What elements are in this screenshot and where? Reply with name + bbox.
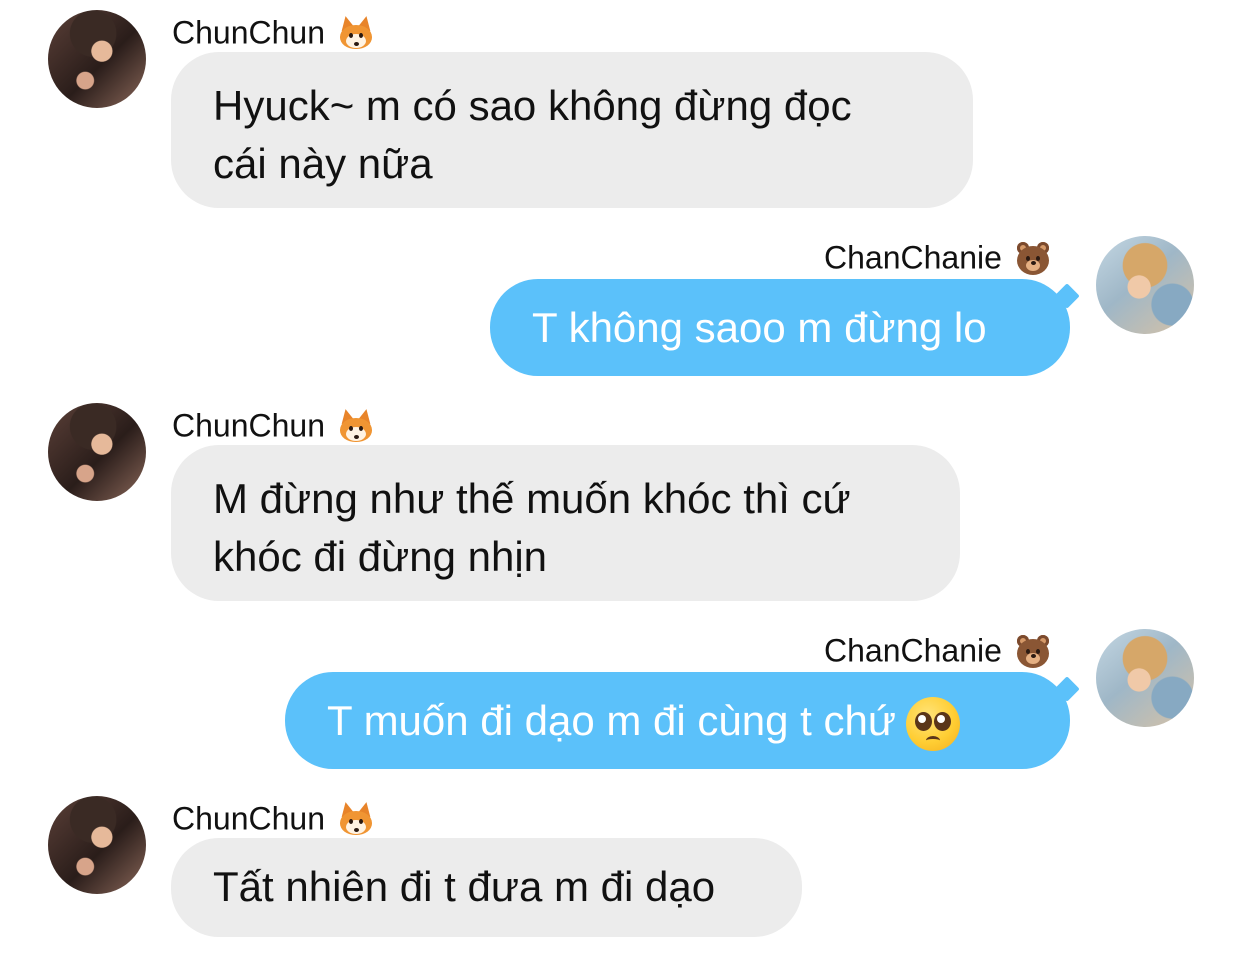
message-bubble-incoming[interactable]: Tất nhiên đi t đưa m đi dạo — [171, 838, 802, 937]
message-line: Tất nhiên đi t đưa m đi dạo — [213, 863, 716, 910]
fox-emoji-icon — [337, 800, 375, 838]
fox-emoji-icon — [337, 407, 375, 445]
bear-emoji-icon — [1014, 632, 1052, 670]
pleading-face-emoji-icon — [905, 696, 960, 751]
sender-name-chunchun: ChunChun — [172, 797, 375, 838]
message-line: cái này nữa — [213, 140, 433, 187]
bear-emoji-icon — [1014, 239, 1052, 277]
message-bubble-incoming[interactable]: M đừng như thế muốn khóc thì cứ khóc đi … — [171, 445, 960, 601]
sender-name-chunchun: ChunChun — [172, 404, 375, 445]
chanchanie-avatar[interactable] — [1096, 629, 1194, 727]
message-line: M đừng như thế muốn khóc thì cứ — [213, 475, 851, 522]
message-line: T muốn đi dạo m đi cùng t chứ — [327, 692, 1028, 751]
message-bubble-outgoing[interactable]: T không saoo m đừng lo — [490, 279, 1070, 376]
message-line: Hyuck~ m có sao không đừng đọc — [213, 82, 852, 129]
fox-emoji-icon — [337, 14, 375, 52]
chunchun-avatar[interactable] — [48, 403, 146, 501]
message-line: khóc đi đừng nhịn — [213, 533, 548, 580]
chunchun-avatar[interactable] — [48, 10, 146, 108]
sender-name-chunchun: ChunChun — [172, 11, 375, 52]
chunchun-avatar[interactable] — [48, 796, 146, 894]
sender-name-chanchanie: ChanChanie — [824, 629, 1052, 670]
message-bubble-incoming[interactable]: Hyuck~ m có sao không đừng đọc cái này n… — [171, 52, 973, 208]
message-line: T không saoo m đừng lo — [532, 304, 987, 351]
chanchanie-avatar[interactable] — [1096, 236, 1194, 334]
message-bubble-outgoing[interactable]: T muốn đi dạo m đi cùng t chứ — [285, 672, 1070, 769]
sender-name-chanchanie: ChanChanie — [824, 236, 1052, 277]
